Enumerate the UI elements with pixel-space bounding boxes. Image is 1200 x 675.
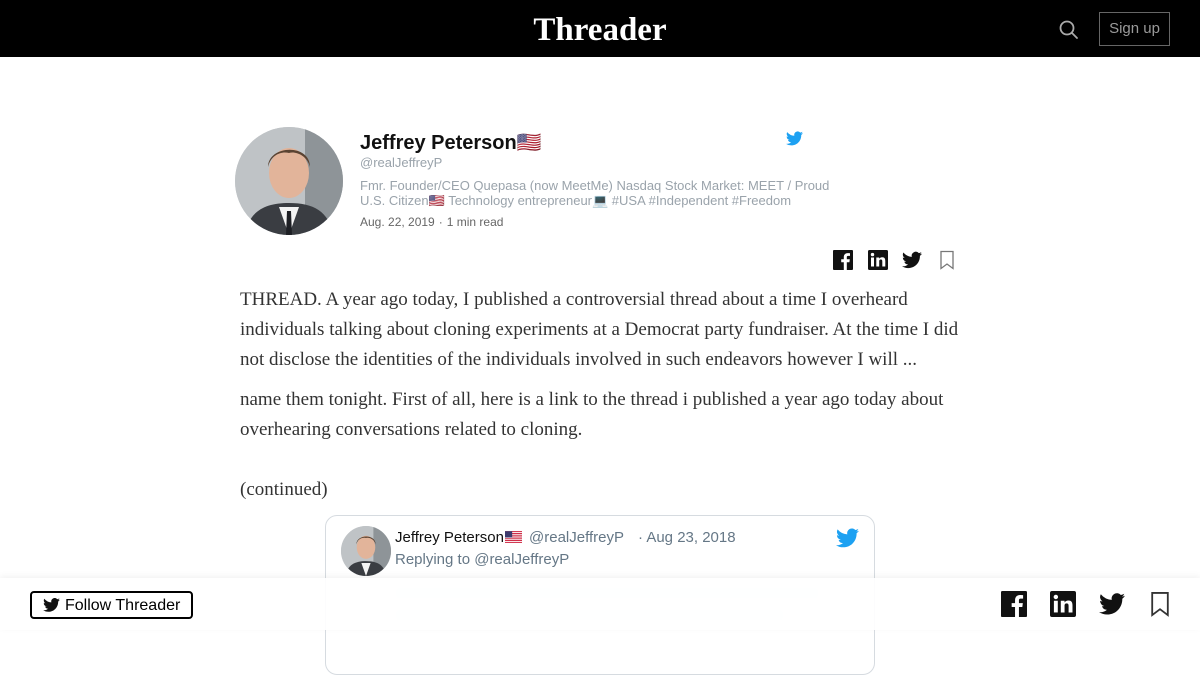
follow-threader-button[interactable]: Follow Threader bbox=[30, 591, 193, 619]
twitter-icon bbox=[43, 598, 60, 612]
follow-threader-label: Follow Threader bbox=[65, 597, 181, 614]
bookmark-icon[interactable] bbox=[937, 250, 957, 270]
signup-button[interactable]: Sign up bbox=[1099, 12, 1170, 46]
facebook-icon[interactable] bbox=[1001, 591, 1027, 617]
us-flag-icon bbox=[505, 531, 522, 543]
twitter-icon[interactable] bbox=[1099, 591, 1125, 617]
twitter-bird-icon[interactable] bbox=[786, 131, 803, 146]
thread-meta: Aug. 22, 2019 · 1 min read bbox=[360, 215, 503, 229]
author-name[interactable]: Jeffrey Peterson🇺🇸 bbox=[360, 130, 542, 155]
brand-logo[interactable]: Threader bbox=[0, 12, 1200, 49]
bookmark-icon[interactable] bbox=[1147, 591, 1173, 617]
facebook-icon[interactable] bbox=[833, 250, 853, 270]
thread-paragraph: THREAD. A year ago today, I published a … bbox=[240, 289, 959, 370]
author-avatar[interactable] bbox=[235, 127, 343, 235]
author-bio-line: Fmr. Founder/CEO Quepasa (now MeetMe) Na… bbox=[360, 178, 830, 193]
search-icon[interactable] bbox=[1058, 19, 1080, 41]
meta-separator: · bbox=[438, 215, 443, 229]
thread-date: Aug. 22, 2019 bbox=[360, 215, 435, 229]
author-bio: Fmr. Founder/CEO Quepasa (now MeetMe) Na… bbox=[360, 178, 850, 208]
embedded-tweet-avatar[interactable] bbox=[341, 526, 391, 576]
bottom-bar: Follow Threader bbox=[0, 578, 1200, 630]
embedded-tweet-handle[interactable]: @realJeffreyP bbox=[529, 529, 624, 546]
linkedin-icon[interactable] bbox=[1050, 591, 1076, 617]
embedded-tweet-date[interactable]: · Aug 23, 2018 bbox=[638, 529, 736, 546]
embedded-tweet-reply-context[interactable]: Replying to @realJeffreyP bbox=[395, 551, 569, 568]
twitter-bird-icon[interactable] bbox=[836, 528, 859, 548]
linkedin-icon[interactable] bbox=[868, 250, 888, 270]
author-handle[interactable]: @realJeffreyP bbox=[360, 155, 442, 170]
twitter-icon[interactable] bbox=[902, 250, 922, 270]
author-bio-line: U.S. Citizen🇺🇸 Technology entrepreneur💻 … bbox=[360, 193, 792, 208]
thread-paragraph: name them tonight. First of all, here is… bbox=[240, 389, 944, 440]
top-navbar: Threader Sign up bbox=[0, 0, 1200, 57]
thread-paragraph: (continued) bbox=[240, 479, 328, 500]
read-time: 1 min read bbox=[446, 215, 504, 229]
embedded-tweet-author-name[interactable]: Jeffrey Peterson bbox=[395, 529, 504, 546]
